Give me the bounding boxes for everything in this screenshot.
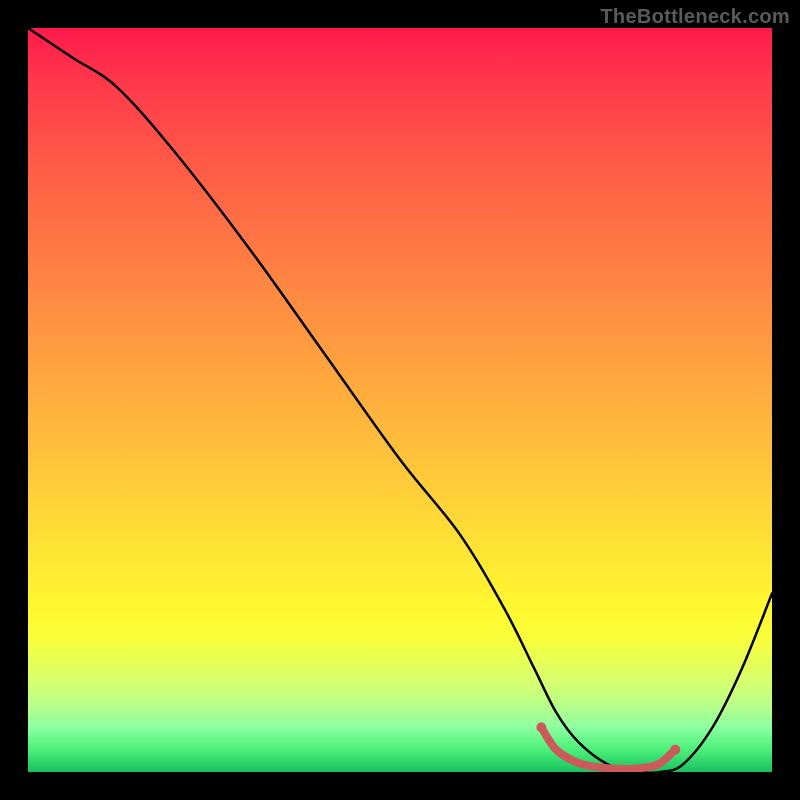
valley-dot: [536, 722, 546, 732]
curve-layer: [28, 28, 772, 772]
plot-area: [28, 28, 772, 772]
valley-dot: [670, 745, 680, 755]
valley-highlight: [541, 727, 675, 769]
main-curve: [28, 28, 772, 772]
watermark-label: TheBottleneck.com: [600, 6, 790, 29]
chart-container: TheBottleneck.com: [0, 0, 800, 800]
